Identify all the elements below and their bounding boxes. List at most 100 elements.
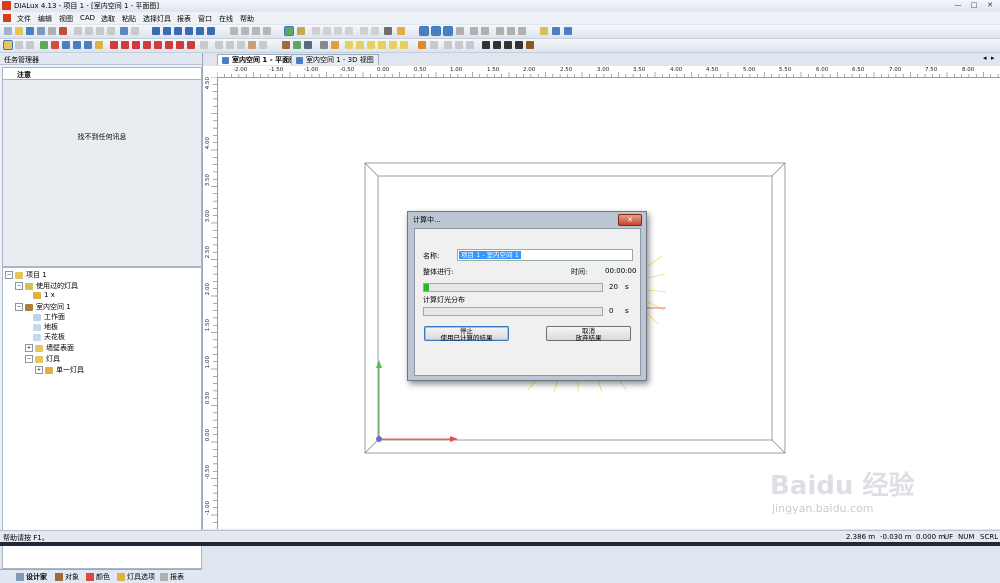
rotate-object-icon[interactable] xyxy=(84,41,92,49)
collapse-icon[interactable]: − xyxy=(15,303,23,311)
tab-scroll-right-icon[interactable]: ▸ xyxy=(991,54,995,62)
tree-item[interactable]: − 项目 1 xyxy=(5,270,47,280)
polyline-icon[interactable] xyxy=(493,41,501,49)
view-mode-1-icon[interactable] xyxy=(419,26,429,36)
view-mode-4-icon[interactable] xyxy=(456,27,464,35)
menu-paste[interactable]: 粘贴 xyxy=(122,14,136,24)
window-tile-icon[interactable] xyxy=(312,27,320,35)
menu-edit[interactable]: 编辑 xyxy=(38,14,52,24)
menu-help[interactable]: 帮助 xyxy=(240,14,254,24)
column-icon[interactable] xyxy=(320,41,328,49)
tab-scroll-left-icon[interactable]: ◂ xyxy=(983,54,987,62)
tree-item[interactable]: 1 x xyxy=(33,291,55,299)
list-icon[interactable] xyxy=(470,27,478,35)
redo-icon[interactable] xyxy=(131,27,139,35)
shape-6-icon[interactable] xyxy=(400,41,408,49)
close-button[interactable]: ✕ xyxy=(984,1,996,10)
select-pointer-icon[interactable] xyxy=(3,40,13,50)
fill-icon[interactable] xyxy=(526,41,534,49)
arrange-circle-icon[interactable] xyxy=(132,41,140,49)
document-icon[interactable] xyxy=(3,14,11,22)
menu-view[interactable]: 视图 xyxy=(59,14,73,24)
room-view-icon[interactable] xyxy=(152,27,160,35)
dialog-title-bar[interactable]: 计算中... ✕ xyxy=(408,212,646,226)
shape-2-icon[interactable] xyxy=(356,41,364,49)
rotate-icon[interactable] xyxy=(252,27,260,35)
export-icon[interactable] xyxy=(552,27,560,35)
delete-icon[interactable] xyxy=(107,27,115,35)
arrange-road-icon[interactable] xyxy=(176,41,184,49)
orbit-icon[interactable] xyxy=(259,41,267,49)
import-icon[interactable] xyxy=(564,27,572,35)
arrange-emergency-icon[interactable] xyxy=(187,41,195,49)
dialog-close-button[interactable]: ✕ xyxy=(618,214,642,226)
menu-window[interactable]: 窗口 xyxy=(198,14,212,24)
save-icon[interactable] xyxy=(26,27,34,35)
arrange-bath-icon[interactable] xyxy=(165,41,173,49)
calc-point-icon[interactable] xyxy=(51,41,59,49)
floorplan-view-icon[interactable] xyxy=(163,27,171,35)
maximize-button[interactable]: □ xyxy=(968,1,980,10)
texture-icon[interactable] xyxy=(418,41,426,49)
tab-3d-view[interactable]: 室内空间 1 - 3D 视图 xyxy=(291,54,379,65)
measure-icon[interactable] xyxy=(263,27,271,35)
align-icon[interactable] xyxy=(95,41,103,49)
paste-icon[interactable] xyxy=(96,27,104,35)
side-view-icon[interactable] xyxy=(174,27,182,35)
toolbar-options-icon[interactable] xyxy=(200,41,208,49)
tree-item[interactable]: − 灯具 xyxy=(25,354,60,364)
circle-icon[interactable] xyxy=(515,41,523,49)
arrange-single-icon[interactable] xyxy=(143,41,151,49)
menu-file[interactable]: 文件 xyxy=(17,14,31,24)
view-mode-2-icon[interactable] xyxy=(431,26,441,36)
copy-icon[interactable] xyxy=(85,27,93,35)
menu-reports[interactable]: 报表 xyxy=(177,14,191,24)
online-icon[interactable] xyxy=(360,27,368,35)
pdf-icon[interactable] xyxy=(59,27,67,35)
curve-icon[interactable] xyxy=(504,41,512,49)
calc-grid-icon[interactable] xyxy=(62,41,70,49)
expand-icon[interactable]: + xyxy=(35,366,43,374)
tree-item[interactable]: 天花板 xyxy=(33,332,65,342)
new-file-icon[interactable] xyxy=(4,27,12,35)
material-icon[interactable] xyxy=(430,41,438,49)
help-pointer-icon[interactable] xyxy=(397,27,405,35)
arrange-field-icon[interactable] xyxy=(110,41,118,49)
tree-item[interactable]: + 墙壁表面 xyxy=(25,343,74,353)
expand-icon[interactable]: + xyxy=(25,344,33,352)
tab-floor-plan[interactable]: 室内空间 1 - 平面图 xyxy=(217,54,302,65)
furniture-icon[interactable] xyxy=(282,41,290,49)
shape-4-icon[interactable] xyxy=(378,41,386,49)
cut-icon[interactable] xyxy=(74,27,82,35)
tree-item[interactable]: + 单一灯具 xyxy=(35,365,84,375)
plant-icon[interactable] xyxy=(293,41,301,49)
tab-designer[interactable]: 设计家 xyxy=(16,572,47,582)
tab-colors[interactable]: 颜色 xyxy=(86,572,110,582)
cancel-discard-button[interactable]: 取消 放弃结果 xyxy=(546,326,631,342)
print-icon[interactable] xyxy=(37,27,45,35)
catalog-icon[interactable] xyxy=(371,27,379,35)
group-icon[interactable] xyxy=(455,41,463,49)
name-field[interactable]: 项目 1 - 室内空间 1 xyxy=(457,249,633,261)
open-file-icon[interactable] xyxy=(15,27,23,35)
calculate-icon[interactable] xyxy=(284,26,294,36)
grid-icon[interactable] xyxy=(496,27,504,35)
tree-item[interactable]: − 使用过的灯具 xyxy=(15,281,78,291)
print-preview-icon[interactable] xyxy=(48,27,56,35)
zoom-out-icon[interactable] xyxy=(237,41,245,49)
wall-icon[interactable] xyxy=(304,41,312,49)
tab-objects[interactable]: 对象 xyxy=(55,572,79,582)
settings-icon[interactable] xyxy=(384,27,392,35)
snap-icon[interactable] xyxy=(507,27,515,35)
arrange-line-icon[interactable] xyxy=(121,41,129,49)
window-list-icon[interactable] xyxy=(334,27,342,35)
menu-online[interactable]: 在线 xyxy=(219,14,233,24)
collapse-icon[interactable]: − xyxy=(25,355,33,363)
shape-3-icon[interactable] xyxy=(367,41,375,49)
undo-icon[interactable] xyxy=(120,27,128,35)
tree-item[interactable]: 工作面 xyxy=(33,312,65,322)
ungroup-icon[interactable] xyxy=(466,41,474,49)
shape-1-icon[interactable] xyxy=(345,41,353,49)
move-icon[interactable] xyxy=(73,41,81,49)
origin-point[interactable] xyxy=(376,436,382,442)
